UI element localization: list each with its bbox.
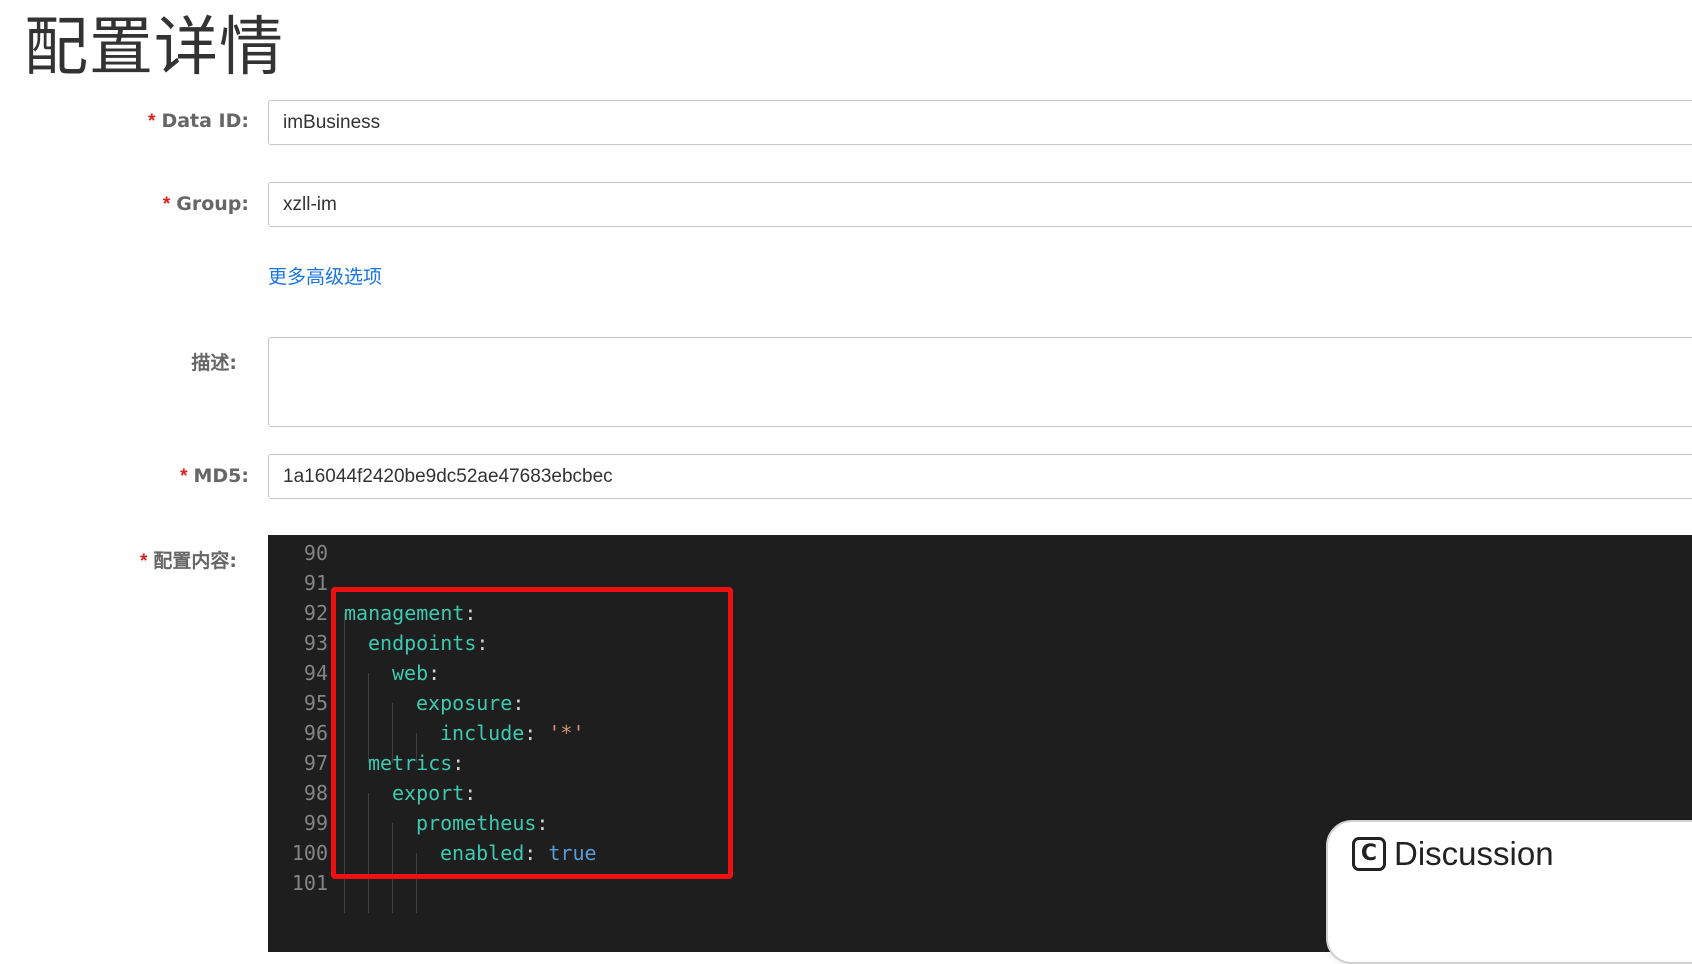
description-textarea[interactable] <box>268 337 1692 427</box>
required-marker: * <box>180 466 188 487</box>
data-id-input[interactable]: imBusiness <box>268 100 1692 145</box>
advanced-options-link[interactable]: 更多高级选项 <box>268 262 382 289</box>
group-input[interactable]: xzll-im <box>268 182 1692 227</box>
line-number: 101 <box>291 871 328 895</box>
line-number: 97 <box>303 751 328 775</box>
content-label-text: 配置内容: <box>153 550 237 572</box>
content-label: * 配置内容: <box>140 546 237 573</box>
discussion-icon: C <box>1352 837 1386 871</box>
line-number: 92 <box>303 601 328 625</box>
line-number: 90 <box>303 541 328 565</box>
line-number: 95 <box>303 691 328 715</box>
highlight-annotation-box <box>331 587 733 879</box>
line-number: 91 <box>303 571 328 595</box>
md5-label: * MD5: <box>180 465 249 488</box>
line-number: 100 <box>291 841 328 865</box>
page-title: 配置详情 <box>24 11 284 85</box>
line-number: 94 <box>303 661 328 685</box>
discussion-label: Discussion <box>1394 835 1554 872</box>
discussion-button[interactable]: C Discussion <box>1326 820 1692 964</box>
md5-input[interactable]: 1a16044f2420be9dc52ae47683ebcbec <box>268 454 1692 499</box>
data-id-label-text: Data ID: <box>161 110 249 132</box>
required-marker: * <box>139 551 148 572</box>
group-label-text: Group: <box>176 193 249 215</box>
required-marker: * <box>148 111 156 132</box>
md5-label-text: MD5: <box>193 465 250 487</box>
code-line: 90 <box>268 538 1692 568</box>
line-number: 96 <box>303 721 328 745</box>
description-label: 描述: <box>191 348 237 375</box>
group-label: * Group: <box>163 193 249 216</box>
description-label-text: 描述: <box>191 352 237 374</box>
data-id-label: * Data ID: <box>148 110 249 133</box>
line-number: 98 <box>303 781 328 805</box>
required-marker: * <box>162 194 171 215</box>
line-number: 99 <box>303 811 328 835</box>
line-number: 93 <box>303 631 328 655</box>
